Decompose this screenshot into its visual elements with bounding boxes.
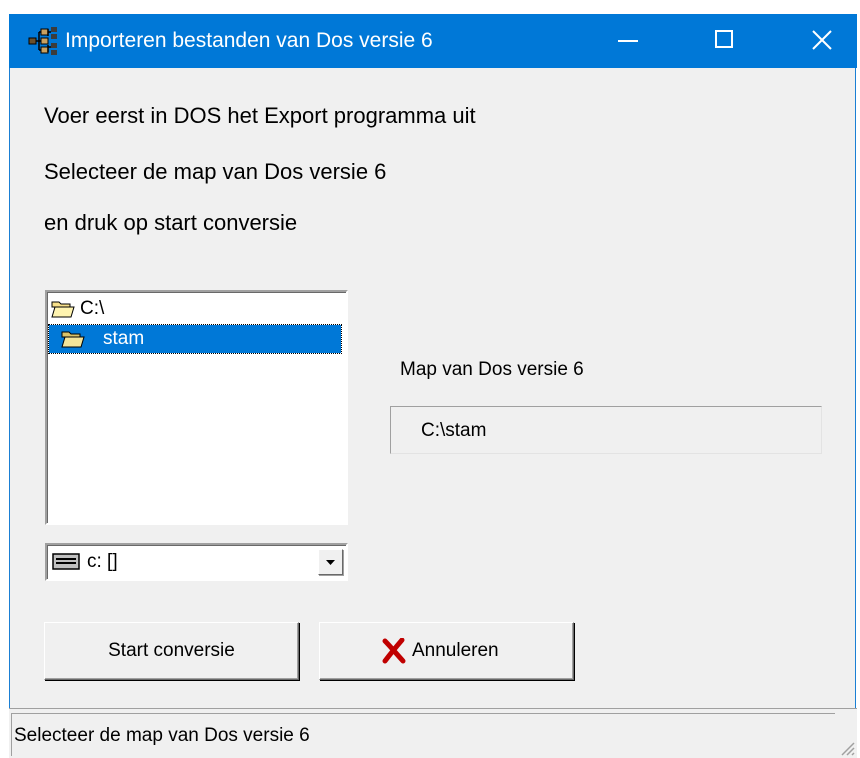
target-folder-value: C:\stam	[421, 420, 487, 441]
window-title: Importeren bestanden van Dos versie 6	[65, 29, 433, 52]
status-text: Selecteer de map van Dos versie 6	[14, 725, 310, 746]
status-bar: Selecteer de map van Dos versie 6	[9, 708, 857, 758]
cancel-button-label: Annuleren	[412, 640, 499, 661]
cancel-button[interactable]: Annuleren	[319, 622, 574, 680]
start-button-label: Start conversie	[108, 640, 235, 661]
open-folder-icon	[51, 301, 75, 318]
status-panel: Selecteer de map van Dos versie 6	[11, 713, 835, 756]
start-conversion-button[interactable]: Start conversie	[44, 622, 299, 680]
dropdown-button[interactable]	[318, 549, 343, 575]
close-button[interactable]	[794, 14, 850, 68]
close-icon	[812, 30, 832, 50]
maximize-button[interactable]	[697, 14, 753, 68]
chevron-down-icon	[326, 560, 335, 565]
minimize-button[interactable]	[600, 14, 656, 68]
family-tree-icon	[28, 27, 57, 55]
open-folder-icon	[61, 331, 85, 348]
folder-label: C:\	[80, 298, 105, 319]
target-folder-field: C:\stam	[390, 406, 822, 454]
instruction-line-3: en druk op start conversie	[44, 210, 298, 235]
resize-grip-icon[interactable]	[839, 740, 855, 756]
red-x-icon	[382, 638, 406, 664]
instruction-line-1: Voer eerst in DOS het Export programma u…	[44, 103, 476, 128]
folder-label: stam	[103, 328, 145, 349]
folder-item-root[interactable]: C:\	[49, 295, 329, 323]
drive-select[interactable]: c: []	[45, 543, 348, 581]
drive-icon	[52, 553, 80, 570]
folder-item-stam[interactable]: stam	[48, 324, 342, 354]
folder-tree[interactable]: C:\ stam	[45, 290, 348, 525]
title-bar[interactable]: Importeren bestanden van Dos versie 6	[9, 14, 857, 68]
drive-value: c: []	[87, 551, 118, 572]
target-folder-label: Map van Dos versie 6	[400, 359, 584, 380]
import-dialog: Importeren bestanden van Dos versie 6 Vo…	[9, 14, 857, 758]
instruction-line-2: Selecteer de map van Dos versie 6	[44, 159, 387, 184]
